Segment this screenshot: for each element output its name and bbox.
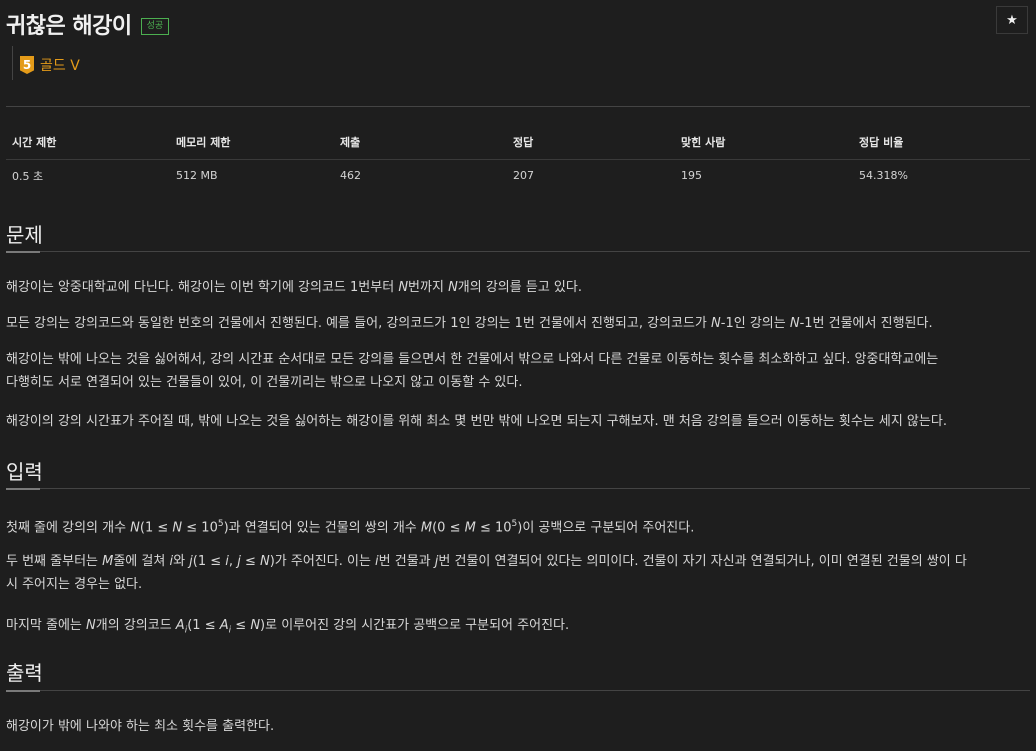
section-input: 입력 bbox=[6, 456, 43, 485]
section-title: 입력 bbox=[6, 460, 43, 484]
description-p2: 모든 강의는 강의코드와 동일한 번호의 건물에서 진행된다. 예를 들어, 강… bbox=[6, 316, 933, 331]
divider bbox=[6, 106, 1030, 107]
star-icon: ★ bbox=[1006, 12, 1018, 28]
output-p1: 해강이가 밖에 나와야 하는 최소 횟수를 출력한다. bbox=[6, 719, 275, 734]
section-output: 출력 bbox=[6, 657, 43, 686]
stats-value[interactable]: 195 bbox=[675, 159, 853, 192]
section-divider bbox=[6, 690, 1030, 692]
input-p1: 첫째 줄에 강의의 개수 N(1 ≤ N ≤ 105)과 연결되어 있는 건물의… bbox=[6, 519, 695, 536]
stats-header: 시간 제한 bbox=[6, 126, 170, 160]
section-divider bbox=[6, 251, 1030, 253]
stats-table: 시간 제한 메모리 제한 제출 정답 맞힌 사람 정답 비율 0.5 초 512… bbox=[6, 126, 1030, 192]
stats-header-row: 시간 제한 메모리 제한 제출 정답 맞힌 사람 정답 비율 bbox=[6, 126, 1030, 160]
description-p1: 해강이는 앙중대학교에 다닌다. 해강이는 이번 학기에 강의코드 1번부터 N… bbox=[6, 280, 582, 295]
stats-value: 0.5 초 bbox=[12, 169, 44, 183]
status-badge: 성공 bbox=[140, 17, 170, 35]
stats-header: 제출 bbox=[334, 126, 507, 160]
tier-divider bbox=[12, 46, 13, 80]
tier-icon: 5 bbox=[20, 56, 34, 74]
tier-badge[interactable]: 5 골드 V bbox=[20, 55, 80, 75]
stats-value: 54.318% bbox=[859, 169, 908, 183]
tier-label: 골드 V bbox=[40, 58, 80, 74]
stats-value[interactable]: 512 MB bbox=[170, 159, 334, 192]
section-problem: 문제 bbox=[6, 219, 43, 248]
input-p2: 두 번째 줄부터는 M줄에 걸쳐 i와 j(1 ≤ i, j ≤ N)가 주어진… bbox=[6, 554, 967, 592]
stats-header: 메모리 제한 bbox=[170, 126, 334, 160]
stats-header: 정답 비율 bbox=[853, 126, 1030, 160]
section-title: 출력 bbox=[6, 661, 43, 685]
section-title: 문제 bbox=[6, 223, 43, 247]
description-p4: 해강이의 강의 시간표가 주어질 때, 밖에 나오는 것을 싫어하는 해강이를 … bbox=[6, 414, 947, 429]
title-row: 귀찮은 해강이 성공 bbox=[6, 8, 170, 40]
section-divider bbox=[6, 488, 1030, 490]
stats-value-row: 0.5 초 512 MB 462 207 195 54.318% bbox=[6, 159, 1030, 192]
star-button[interactable]: ★ bbox=[996, 6, 1028, 34]
stats-header: 맞힌 사람 bbox=[675, 126, 853, 160]
description-p3: 해강이는 밖에 나오는 것을 싫어해서, 강의 시간표 순서대로 모든 강의를 … bbox=[6, 352, 939, 390]
problem-title: 귀찮은 해강이 bbox=[6, 14, 132, 39]
stats-value[interactable]: 207 bbox=[507, 159, 675, 192]
input-p3: 마지막 줄에는 N개의 강의코드 Ai(1 ≤ Ai ≤ N)로 이루어진 강의… bbox=[6, 618, 570, 636]
stats-header: 정답 bbox=[507, 126, 675, 160]
stats-value[interactable]: 462 bbox=[334, 159, 507, 192]
